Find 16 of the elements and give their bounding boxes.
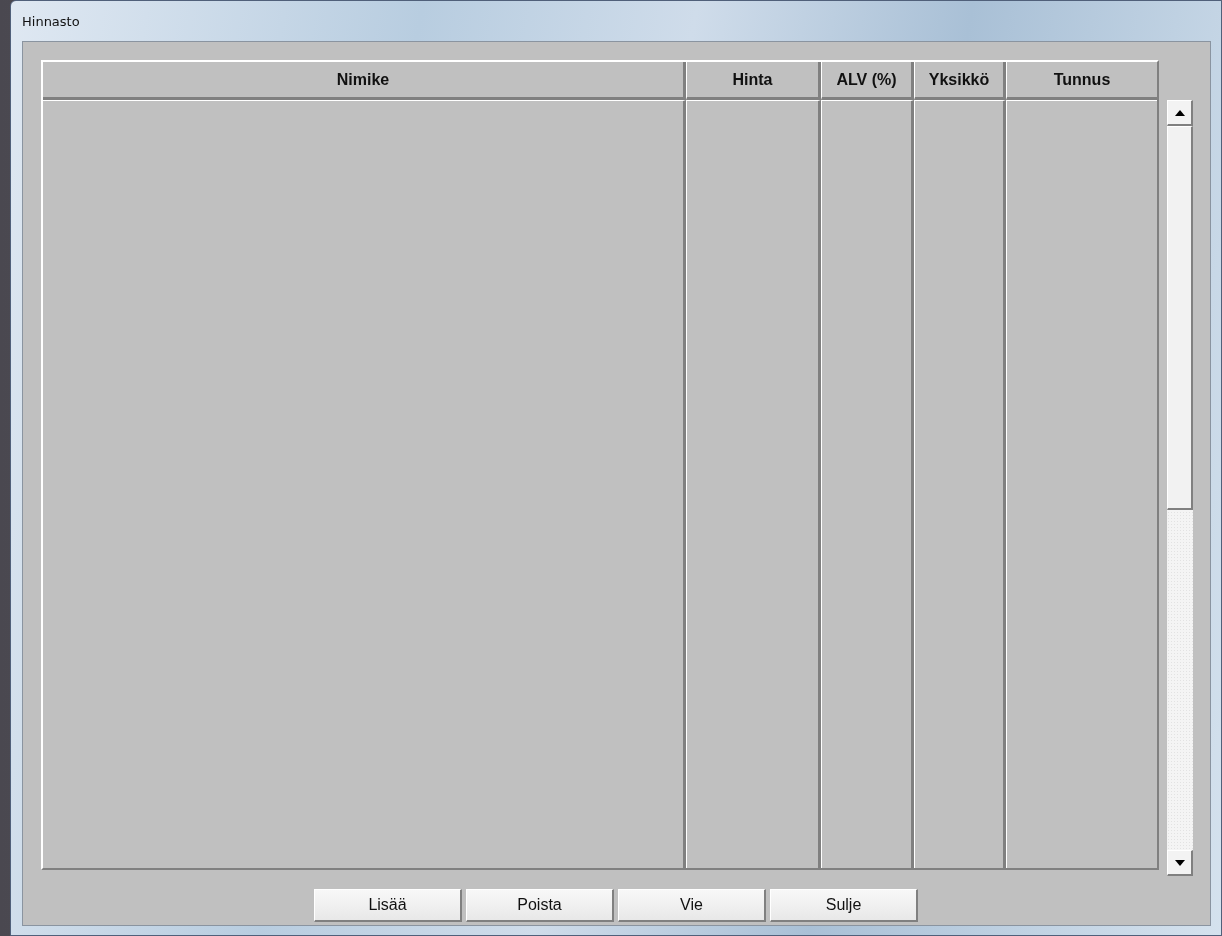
action-button[interactable]: Vie [618, 889, 766, 922]
column-header[interactable]: ALV (%) [821, 62, 914, 100]
scroll-up-icon [1174, 109, 1185, 116]
window-title: Hinnasto [22, 13, 80, 29]
scroll-thumb[interactable] [1167, 126, 1193, 510]
column-header[interactable]: Hinta [686, 62, 821, 100]
scroll-down-icon [1174, 859, 1185, 866]
scroll-down-button[interactable] [1167, 850, 1193, 876]
scrollbar[interactable] [1167, 100, 1193, 876]
scroll-up-button[interactable] [1167, 100, 1193, 126]
action-button[interactable]: Poista [466, 889, 614, 922]
column-header[interactable]: Tunnus [1006, 62, 1157, 100]
column-header[interactable]: Yksikkö [914, 62, 1006, 100]
action-button[interactable]: Lisää [314, 889, 462, 922]
column-header[interactable]: Nimike [43, 62, 686, 100]
action-button[interactable]: Sulje [770, 889, 918, 922]
